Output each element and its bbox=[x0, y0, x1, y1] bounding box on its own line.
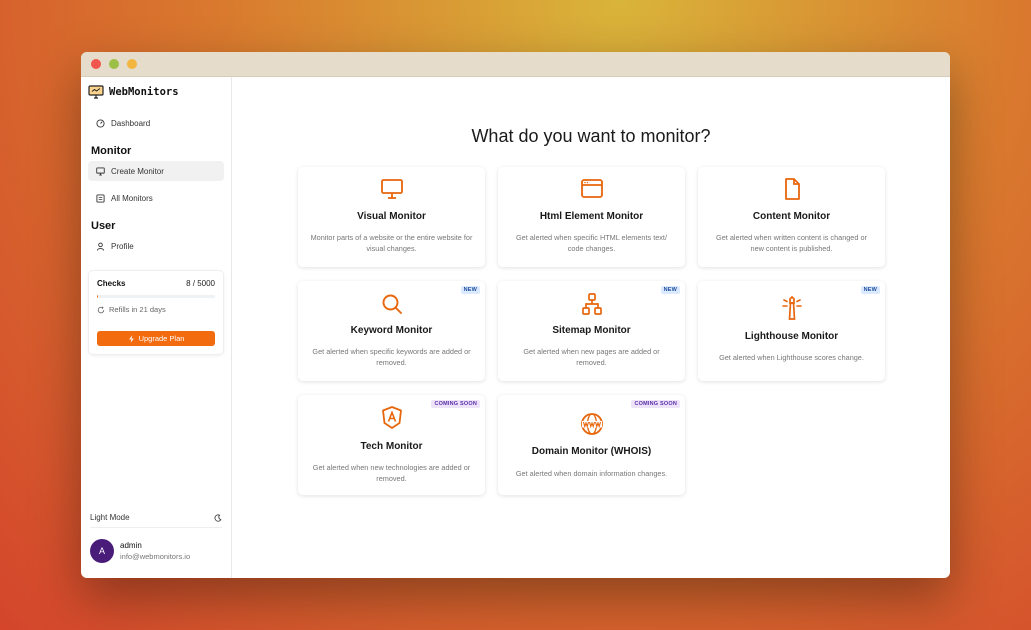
card-description: Get alerted when specific keywords are a… bbox=[312, 347, 471, 367]
dashboard-gauge-icon bbox=[96, 118, 105, 128]
browser-window: WebMonitors Dashboard Monitor Create Mon… bbox=[81, 52, 950, 578]
card-title: Tech Monitor bbox=[360, 441, 423, 452]
refresh-icon bbox=[97, 305, 105, 313]
coming-soon-badge: COMING SOON bbox=[631, 400, 680, 408]
sidebar-item-label: Create Monitor bbox=[111, 166, 164, 176]
card-description: Get alerted when written content is chan… bbox=[716, 233, 867, 253]
coming-soon-badge: COMING SOON bbox=[431, 400, 480, 408]
brand-name: WebMonitors bbox=[109, 86, 179, 98]
sidebar-item-label: Profile bbox=[111, 241, 134, 251]
card-description: Get alerted when specific HTML elements … bbox=[515, 233, 667, 253]
checks-count: 8 / 5000 bbox=[186, 279, 215, 288]
checks-label: Checks bbox=[97, 279, 126, 288]
minimize-window-button[interactable] bbox=[109, 59, 119, 69]
sitemap-monitor-card[interactable]: NEW Sitemap Monitor Get alerted when new… bbox=[498, 281, 685, 381]
sitemap-icon bbox=[581, 293, 602, 315]
user-icon bbox=[96, 242, 105, 251]
card-title: Html Element Monitor bbox=[539, 211, 644, 222]
refill-text: Refills in 21 days bbox=[109, 305, 166, 314]
new-badge: NEW bbox=[660, 286, 680, 294]
keyword-monitor-card[interactable]: NEW Keyword Monitor Get alerted when spe… bbox=[298, 281, 485, 381]
globe-www-icon bbox=[580, 413, 603, 435]
search-icon bbox=[382, 294, 402, 314]
sidebar-footer: Light Mode A admin info@webmonitors.io bbox=[81, 510, 231, 578]
section-title-monitor: Monitor bbox=[91, 145, 132, 157]
lightning-icon bbox=[128, 334, 134, 343]
tech-monitor-card[interactable]: COMING SOON Tech Monitor Get alerted whe… bbox=[298, 395, 485, 495]
checks-progress-bar bbox=[97, 295, 215, 298]
sidebar-item-all-monitors[interactable]: All Monitors bbox=[88, 188, 224, 208]
main-content: What do you want to monitor? Visual Moni… bbox=[232, 77, 950, 578]
new-badge: NEW bbox=[460, 286, 480, 294]
user-account[interactable]: A admin info@webmonitors.io bbox=[90, 538, 222, 578]
lighthouse-monitor-card[interactable]: NEW Lighthouse Monitor Get alerted when … bbox=[698, 281, 885, 381]
new-badge: NEW bbox=[860, 286, 880, 294]
angular-shield-icon bbox=[381, 406, 402, 429]
list-box-icon bbox=[96, 193, 105, 203]
browser-window-icon bbox=[580, 179, 603, 198]
monitor-icon bbox=[96, 166, 105, 176]
content-monitor-card[interactable]: Content Monitor Get alerted when written… bbox=[698, 167, 885, 267]
theme-toggle[interactable]: Light Mode bbox=[90, 510, 222, 528]
domain-monitor-card[interactable]: COMING SOON Domain Monitor (WHOIS) Get a… bbox=[498, 395, 685, 495]
card-description: Get alerted when new pages are added or … bbox=[523, 347, 660, 367]
section-title-user: User bbox=[91, 220, 116, 232]
card-description: Monitor parts of a website or the entire… bbox=[310, 233, 473, 253]
upgrade-plan-label: Upgrade Plan bbox=[138, 334, 185, 343]
html-element-monitor-card[interactable]: Html Element Monitor Get alerted when sp… bbox=[498, 167, 685, 267]
card-description: Get alerted when domain information chan… bbox=[515, 469, 668, 478]
card-title: Domain Monitor (WHOIS) bbox=[531, 446, 652, 457]
upgrade-plan-button[interactable]: Upgrade Plan bbox=[97, 331, 215, 346]
sidebar-item-profile[interactable]: Profile bbox=[88, 236, 224, 256]
close-window-button[interactable] bbox=[91, 59, 101, 69]
card-title: Visual Monitor bbox=[357, 211, 426, 222]
avatar[interactable]: A bbox=[90, 539, 114, 563]
page-title: What do you want to monitor? bbox=[471, 126, 711, 146]
user-name: admin bbox=[120, 541, 142, 550]
card-title: Sitemap Monitor bbox=[552, 325, 631, 336]
card-title: Keyword Monitor bbox=[350, 325, 433, 336]
lighthouse-icon bbox=[781, 295, 802, 320]
card-title: Lighthouse Monitor bbox=[744, 331, 839, 342]
monitor-logo-icon bbox=[88, 85, 104, 99]
user-email: info@webmonitors.io bbox=[120, 552, 191, 561]
card-description: Get alerted when Lighthouse scores chang… bbox=[719, 353, 864, 362]
refill-info: Refills in 21 days bbox=[97, 305, 215, 314]
sidebar-item-create-monitor[interactable]: Create Monitor bbox=[88, 161, 224, 181]
card-description: Get alerted when new technologies are ad… bbox=[312, 463, 471, 483]
maximize-window-button[interactable] bbox=[127, 59, 137, 69]
card-title: Content Monitor bbox=[752, 211, 831, 222]
window-titlebar bbox=[81, 52, 950, 77]
checks-usage-card: Checks 8 / 5000 Refills in 21 days Upgra… bbox=[88, 270, 224, 355]
moon-icon[interactable] bbox=[214, 513, 222, 522]
sidebar: WebMonitors Dashboard Monitor Create Mon… bbox=[81, 77, 232, 578]
file-icon bbox=[784, 178, 800, 200]
theme-mode-label: Light Mode bbox=[90, 513, 130, 522]
visual-monitor-card[interactable]: Visual Monitor Monitor parts of a websit… bbox=[298, 167, 485, 267]
monitor-icon bbox=[380, 179, 403, 199]
sidebar-item-label: All Monitors bbox=[111, 193, 153, 203]
sidebar-item-dashboard[interactable]: Dashboard bbox=[88, 113, 224, 133]
brand-logo[interactable]: WebMonitors bbox=[88, 83, 224, 101]
sidebar-item-label: Dashboard bbox=[111, 118, 151, 128]
